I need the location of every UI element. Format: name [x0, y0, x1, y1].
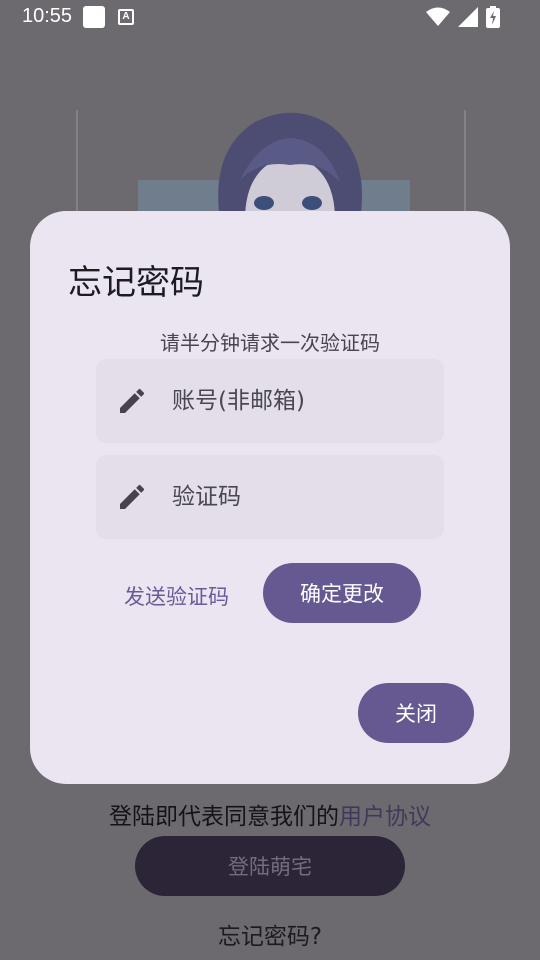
notification-a-icon: A [118, 9, 134, 25]
account-field[interactable] [96, 359, 444, 443]
login-button[interactable]: 登陆萌宅 [135, 836, 405, 896]
status-icons [426, 6, 500, 28]
notification-square-icon [83, 6, 105, 28]
status-time: 10:55 [22, 5, 73, 27]
dialog-title: 忘记密码 [68, 263, 204, 303]
code-field[interactable] [96, 455, 444, 539]
battery-charging-icon [486, 6, 500, 28]
wifi-icon [426, 7, 450, 26]
pencil-icon [120, 388, 145, 413]
close-button[interactable]: 关闭 [358, 683, 474, 743]
status-bar: 10:55 A [0, 0, 540, 34]
agreement-prefix: 登陆即代表同意我们的 [109, 804, 339, 830]
signal-icon [458, 7, 478, 27]
confirm-change-button[interactable]: 确定更改 [263, 563, 421, 623]
forgot-password-dialog: 忘记密码 请半分钟请求一次验证码 发送验证码 确定更改 关闭 [30, 211, 510, 784]
agreement-text: 登陆即代表同意我们的用户协议 [0, 797, 540, 831]
pencil-icon [120, 484, 145, 509]
dialog-hint: 请半分钟请求一次验证码 [160, 331, 380, 355]
forgot-password-link[interactable]: 忘记密码? [0, 917, 540, 951]
user-agreement-link[interactable]: 用户协议 [339, 804, 431, 830]
send-code-button[interactable]: 发送验证码 [124, 581, 229, 611]
verification-code-input[interactable] [172, 455, 432, 539]
account-input[interactable] [172, 359, 432, 443]
anime-avatar-image [218, 112, 362, 220]
